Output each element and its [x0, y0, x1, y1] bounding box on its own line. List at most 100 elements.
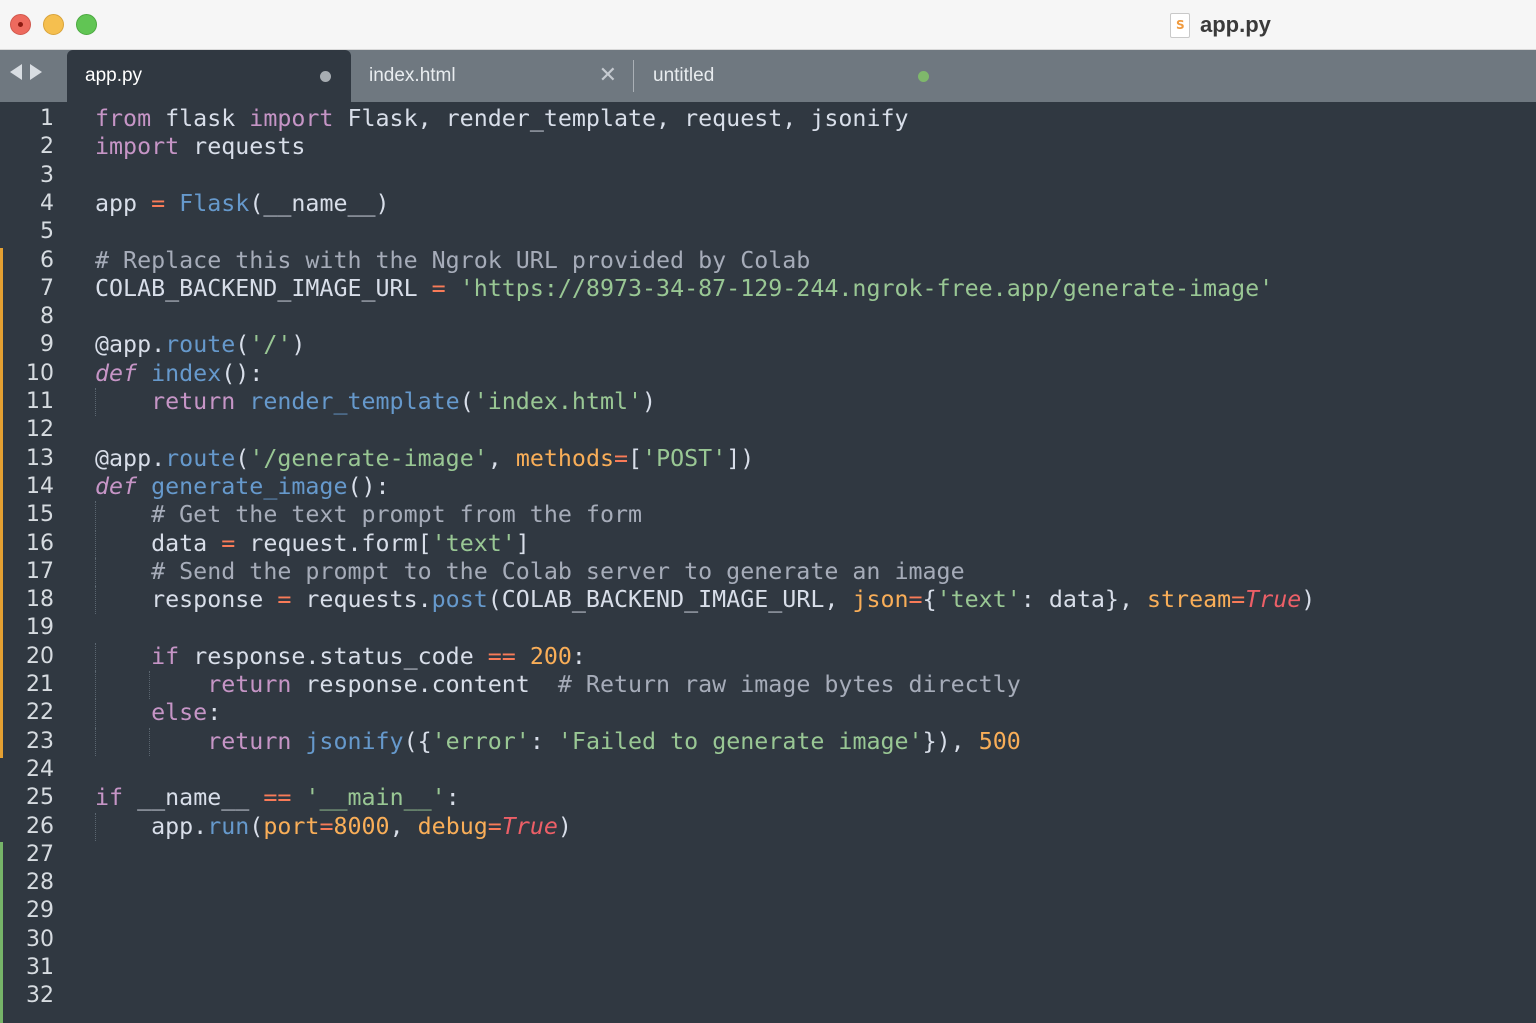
tab-app-py[interactable]: app.py	[67, 50, 351, 102]
line-number: 27	[26, 841, 54, 867]
code-token: True	[501, 812, 558, 840]
code-line[interactable]: 8	[0, 303, 1536, 331]
minimize-window-button[interactable]	[43, 14, 64, 35]
code-token: 200	[529, 642, 572, 670]
code-line[interactable]: 28	[0, 869, 1536, 897]
code-line[interactable]: 25 if __name__ == '__main__':	[0, 784, 1536, 812]
code-line[interactable]: 5	[0, 218, 1536, 246]
line-number: 13	[26, 445, 54, 471]
code-line[interactable]: 1 from flask import Flask, render_templat…	[0, 105, 1536, 133]
code-line[interactable]: 32	[0, 982, 1536, 1010]
code-text: # Get the text prompt from the form	[95, 501, 642, 529]
line-number: 32	[26, 983, 54, 1009]
code-line[interactable]: 24	[0, 756, 1536, 784]
code-token: )	[642, 388, 657, 415]
line-number: 1	[40, 106, 54, 131]
code-token: @app.	[95, 444, 166, 472]
code-token: # Get the text prompt from the form	[151, 501, 643, 529]
code-text: def generate_image():	[95, 473, 390, 501]
code-line[interactable]: 16 data = request.form['text']	[0, 529, 1536, 558]
code-token: :	[207, 699, 222, 727]
code-token: run	[207, 812, 250, 840]
code-token: :	[445, 784, 460, 812]
code-line[interactable]: 29	[0, 897, 1536, 925]
code-line[interactable]: 10 def index():	[0, 360, 1536, 388]
code-token: ==	[263, 784, 292, 812]
code-token: =	[487, 812, 502, 840]
code-line[interactable]: 12	[0, 416, 1536, 444]
code-text: def index():	[95, 360, 263, 388]
code-editor[interactable]: 1 from flask import Flask, render_templat…	[0, 102, 1536, 1023]
line-number: 24	[26, 756, 54, 782]
code-line[interactable]: 9 @app.route('/')	[0, 331, 1536, 359]
code-line[interactable]: 20 if response.status_code == 200:	[0, 642, 1536, 671]
code-line[interactable]: 11 return render_template('index.html')	[0, 388, 1536, 417]
tab-index-html[interactable]: index.html ✕	[351, 50, 635, 102]
close-window-button[interactable]	[10, 14, 31, 35]
code-line[interactable]: 7 COLAB_BACKEND_IMAGE_URL = 'https://8973…	[0, 275, 1536, 303]
code-line[interactable]: 2 import requests	[0, 133, 1536, 161]
code-line[interactable]: 26 app.run(port=8000, debug=True)	[0, 812, 1536, 841]
close-tab-icon[interactable]: ✕	[599, 63, 617, 88]
code-token: port	[263, 812, 320, 840]
code-line[interactable]: 14 def generate_image():	[0, 473, 1536, 501]
code-token: response	[95, 586, 278, 614]
maximize-window-button[interactable]	[76, 14, 97, 35]
code-token: ,	[487, 444, 516, 472]
code-token: ])	[726, 444, 755, 472]
tab-forward-icon[interactable]	[30, 64, 42, 80]
code-token: return	[151, 388, 236, 415]
code-line[interactable]: 21 return response.content # Return raw …	[0, 671, 1536, 700]
code-line[interactable]: 17 # Send the prompt to the Colab server…	[0, 557, 1536, 587]
line-number: 22	[26, 700, 54, 726]
code-token: # Send the prompt to the Colab server to…	[151, 557, 965, 585]
code-token: if	[151, 642, 180, 670]
code-text: # Replace this with the Ngrok URL provid…	[95, 247, 810, 275]
indent-guide	[95, 699, 96, 728]
code-token: }),	[922, 727, 979, 755]
line-number: 8	[40, 304, 54, 330]
code-token: True	[1245, 586, 1302, 614]
code-token: :	[529, 727, 558, 755]
window-titlebar: app.py	[0, 0, 1536, 50]
code-token: '__main__'	[305, 784, 446, 812]
code-token: def	[95, 359, 138, 387]
tab-back-icon[interactable]	[10, 64, 22, 80]
line-number: 12	[26, 417, 54, 443]
code-line[interactable]: 30	[0, 926, 1536, 954]
code-line[interactable]: 23 return jsonify({'error': 'Failed to g…	[0, 727, 1536, 756]
code-token: 'Failed to generate image'	[557, 727, 923, 755]
code-line[interactable]: 19	[0, 614, 1536, 642]
code-token: jsonify	[305, 727, 404, 755]
code-token: )	[291, 331, 306, 359]
tab-untitled[interactable]: untitled	[635, 50, 929, 102]
unsaved-dot-icon[interactable]	[918, 71, 929, 82]
code-token: if	[95, 784, 124, 812]
code-line[interactable]: 31	[0, 954, 1536, 982]
code-token: '/'	[249, 331, 292, 359]
code-line[interactable]: 18 response = requests.post(COLAB_BACKEN…	[0, 586, 1536, 615]
line-number: 31	[26, 955, 54, 980]
code-line[interactable]: 22 else:	[0, 699, 1536, 728]
code-text: @app.route('/generate-image', methods=['…	[95, 445, 754, 473]
code-line[interactable]: 6 # Replace this with the Ngrok URL provi…	[0, 247, 1536, 275]
code-token: [	[628, 444, 643, 472]
code-line[interactable]: 3	[0, 162, 1536, 190]
code-line[interactable]: 13 @app.route('/generate-image', methods=…	[0, 445, 1536, 473]
code-line[interactable]: 15 # Get the text prompt from the form	[0, 501, 1536, 530]
code-line[interactable]: 27	[0, 841, 1536, 869]
code-token: else	[151, 699, 208, 727]
code-token: __name__	[123, 784, 264, 812]
unsaved-dot-icon[interactable]	[320, 71, 331, 82]
code-token: '/generate-image'	[249, 444, 488, 472]
code-line[interactable]: 4 app = Flask(__name__)	[0, 190, 1536, 218]
code-token: return	[207, 727, 292, 755]
code-token: response.content	[291, 671, 558, 698]
code-text: data = request.form['text']	[95, 530, 530, 558]
